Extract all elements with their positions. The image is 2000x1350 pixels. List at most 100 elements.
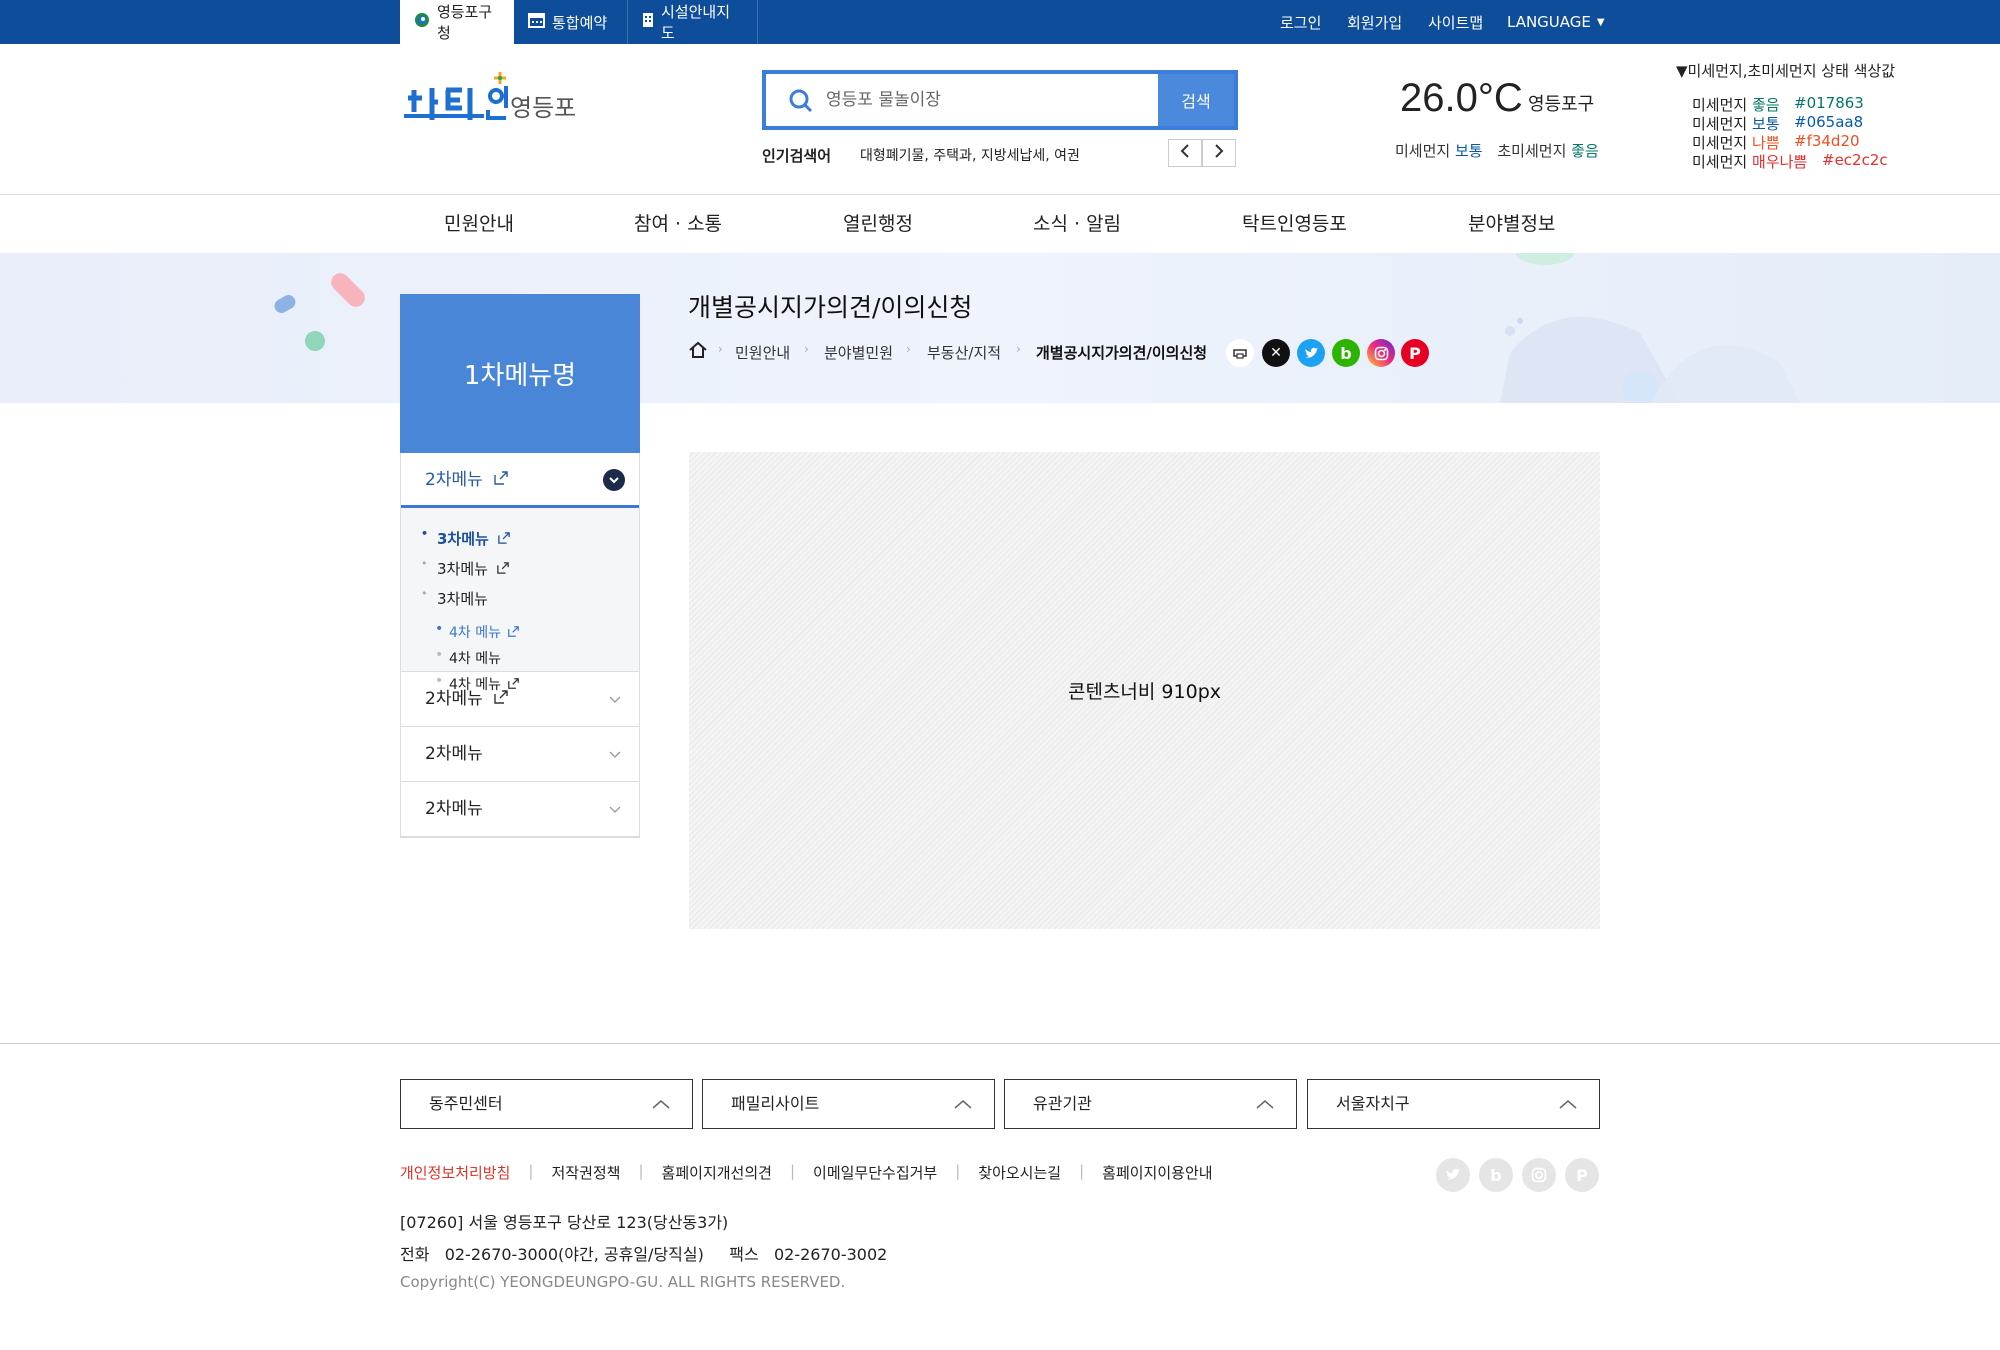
lnb-item-2nd[interactable]: 2차메뉴 <box>401 672 639 727</box>
twitter-icon[interactable] <box>1436 1158 1470 1192</box>
popular-keyword-list[interactable]: 대형폐기물, 주택과, 지방세납세, 여권 <box>860 145 1080 165</box>
pinterest-icon[interactable]: P <box>1565 1158 1599 1192</box>
yeongdeungpo-logo-icon <box>414 12 430 32</box>
breadcrumb-item[interactable]: 부동산/지적 <box>927 342 1001 363</box>
gnb-item-open-admin[interactable]: 열린행정 <box>843 195 913 254</box>
chevron-right-icon <box>1214 144 1224 162</box>
search-box: 영등포 물놀이장 검색 <box>762 70 1238 130</box>
gnb-item-field-info[interactable]: 분야별정보 <box>1468 195 1555 254</box>
pinterest-share-icon[interactable]: P <box>1401 339 1429 367</box>
legend-prefix: 미세먼지 <box>1692 153 1748 171</box>
search-input[interactable]: 영등포 물놀이장 <box>826 74 941 126</box>
popular-label: 인기검색어 <box>762 147 832 165</box>
blog-icon[interactable]: b <box>1479 1158 1513 1192</box>
tab-reservation[interactable]: 통합예약 <box>514 0 628 44</box>
external-link-icon <box>494 453 508 508</box>
lnb-item-label: 4차 메뉴 <box>449 651 501 667</box>
legend-row: 미세먼지 보통 #065aa8 <box>1692 113 1863 134</box>
tab-yeongdeungpo[interactable]: 영등포구청 <box>400 0 514 44</box>
language-select[interactable]: LANGUAGE ▼ <box>1507 0 1605 44</box>
page-title: 개별공시지가의견/이의신청 <box>688 293 973 322</box>
legend-code: #f34d20 <box>1794 132 1860 150</box>
gnb-item-yeongdeungpo[interactable]: 탁트인영등포 <box>1242 195 1347 254</box>
breadcrumb-separator-icon: › <box>804 342 809 356</box>
lnb-item-label: 4차 메뉴 <box>449 625 501 641</box>
language-label: LANGUAGE <box>1507 13 1591 31</box>
copyright-policy-link[interactable]: 저작권정책 <box>551 1162 620 1183</box>
legend-row: 미세먼지 매우나쁨 #ec2c2c <box>1692 151 1888 172</box>
select-label: 서울자치구 <box>1336 1094 1410 1113</box>
fine-dust-value: 좋음 <box>1571 142 1599 160</box>
select-related-org[interactable]: 유관기관 <box>1004 1079 1297 1129</box>
gnb-item-news[interactable]: 소식 · 알림 <box>1033 195 1121 254</box>
breadcrumb-item[interactable]: 민원안내 <box>735 342 790 363</box>
chevron-up-icon <box>954 1080 972 1128</box>
privacy-policy-link[interactable]: 개인정보처리방침 <box>400 1162 510 1183</box>
signup-link[interactable]: 회원가입 <box>1347 0 1402 44</box>
site-logo[interactable]: 영등포 <box>400 68 580 140</box>
dust-status: 미세먼지 보통 초미세먼지 좋음 <box>1395 140 1599 161</box>
blog-share-icon[interactable]: b <box>1332 339 1360 367</box>
lnb-item-3rd[interactable]: • 3차메뉴 <box>421 557 509 579</box>
sub-visual-banner <box>0 253 2000 403</box>
bullet-icon: • <box>421 527 429 540</box>
tab-facility-map[interactable]: 시설안내지도 <box>628 0 758 44</box>
lnb-item-2nd[interactable]: 2차메뉴 <box>401 727 639 782</box>
gnb-item-civil-service[interactable]: 민원안내 <box>444 195 514 254</box>
top-bar: 영등포구청 통합예약 시설안내지도 로그인 회원가입 사이트맵 LANGUAGE… <box>0 0 2000 44</box>
legend-code: #017863 <box>1794 94 1864 112</box>
lnb-title: 1차메뉴명 <box>400 294 640 453</box>
dust-value: 보통 <box>1454 142 1483 160</box>
chevron-up-icon <box>1559 1080 1577 1128</box>
chevron-up-icon <box>652 1080 670 1128</box>
legend-prefix: 미세먼지 <box>1692 96 1748 114</box>
footer-copyright: Copyright(C) YEONGDEUNGPO-GU. ALL RIGHTS… <box>400 1273 846 1291</box>
legend-row: 미세먼지 나쁨 #f34d20 <box>1692 132 1860 153</box>
lnb-item-3rd[interactable]: • 3차메뉴 <box>421 587 488 609</box>
lnb-item-3rd-active[interactable]: • 3차메뉴 <box>421 527 510 549</box>
bullet-icon: • <box>421 557 428 570</box>
print-icon[interactable] <box>1226 339 1254 367</box>
lnb-item-2nd[interactable]: 2차메뉴 <box>401 782 639 837</box>
next-keyword-button[interactable] <box>1202 139 1236 167</box>
prev-keyword-button[interactable] <box>1168 139 1202 167</box>
x-share-icon[interactable]: ✕ <box>1262 339 1290 367</box>
breadcrumb-separator-icon: › <box>906 342 911 356</box>
legend-status: 보통 <box>1751 115 1780 133</box>
lnb-item-4th[interactable]: • 4차 메뉴 <box>435 647 501 668</box>
lnb-item-label: 3차메뉴 <box>437 560 488 578</box>
lnb-submenu: • 3차메뉴 • 3차메뉴 • 3차메뉴 • 4차 메뉴 • 4차 메뉴 • 4… <box>401 508 639 693</box>
usage-guide-link[interactable]: 홈페이지이용안내 <box>1102 1162 1212 1183</box>
twitter-share-icon[interactable] <box>1297 339 1325 367</box>
select-dong-center[interactable]: 동주민센터 <box>400 1079 693 1129</box>
breadcrumb-item[interactable]: 분야별민원 <box>824 342 893 363</box>
select-label: 패밀리사이트 <box>731 1094 820 1113</box>
sitemap-link[interactable]: 사이트맵 <box>1428 0 1483 44</box>
instagram-share-icon[interactable] <box>1367 339 1395 367</box>
gnb-item-participation[interactable]: 참여 · 소통 <box>634 195 722 254</box>
weather-location: 영등포구 <box>1528 94 1595 115</box>
lnb-item-2nd-open[interactable]: 2차메뉴 <box>401 453 639 508</box>
tab-label: 영등포구청 <box>437 3 493 42</box>
bullet-icon: • <box>435 647 444 663</box>
search-button[interactable]: 검색 <box>1158 74 1234 126</box>
directions-link[interactable]: 찾아오시는길 <box>978 1162 1061 1183</box>
select-family-site[interactable]: 패밀리사이트 <box>702 1079 995 1129</box>
lnb-item-label: 2차메뉴 <box>425 799 483 819</box>
instagram-icon[interactable] <box>1522 1158 1556 1192</box>
chevron-down-icon <box>609 672 621 727</box>
external-link-icon <box>494 689 508 709</box>
external-link-icon <box>498 530 510 548</box>
external-link-icon <box>508 625 520 641</box>
footer-contact: 전화 02-2670-3000(야간, 공휴일/당직실) 팩스 02-2670-… <box>400 1245 888 1264</box>
email-refusal-link[interactable]: 이메일무단수집거부 <box>813 1162 937 1183</box>
improvement-link[interactable]: 홈페이지개선의견 <box>662 1162 772 1183</box>
select-label: 유관기관 <box>1033 1094 1092 1113</box>
lnb-item-label: 2차메뉴 <box>425 470 483 490</box>
select-seoul-district[interactable]: 서울자치구 <box>1307 1079 1600 1129</box>
legend-prefix: 미세먼지 <box>1692 115 1748 133</box>
lnb-item-label: 2차메뉴 <box>425 689 483 709</box>
lnb-item-4th-active[interactable]: • 4차 메뉴 <box>435 621 520 642</box>
login-link[interactable]: 로그인 <box>1280 0 1321 44</box>
home-icon[interactable] <box>688 340 708 364</box>
